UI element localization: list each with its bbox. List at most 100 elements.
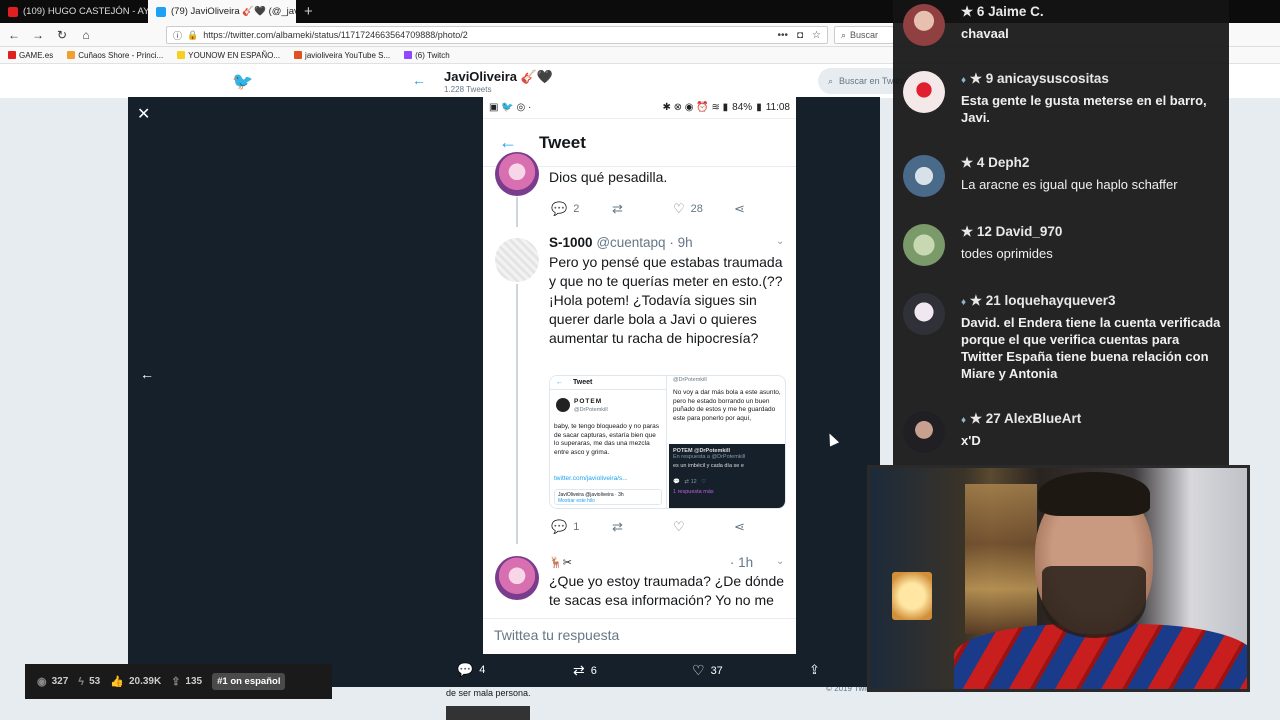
embed-dark-more: 1 respuesta más bbox=[673, 489, 714, 495]
bookmark-twitch[interactable]: (6) Twitch bbox=[404, 51, 450, 60]
previous-photo-icon[interactable]: ← bbox=[140, 366, 154, 382]
webcam-feed bbox=[867, 465, 1250, 692]
avatar bbox=[903, 71, 945, 113]
avatar[interactable] bbox=[495, 556, 539, 600]
embed-handle: @DrPotemkill bbox=[574, 407, 608, 413]
reply-icon: 💬 bbox=[551, 201, 568, 216]
webcam-hair bbox=[1038, 472, 1150, 516]
twitch-icon bbox=[404, 51, 413, 59]
avatar[interactable] bbox=[495, 152, 539, 196]
tweet-image-collage[interactable]: ← Tweet POTEM @DrPotemkill baby, te tengo… bbox=[549, 375, 786, 509]
tweet-time: · 1h bbox=[729, 555, 754, 570]
back-arrow-icon[interactable]: ← bbox=[412, 72, 426, 88]
tab-youtube[interactable]: (109) HUGO CASTEJÓN - AYER ✕ bbox=[0, 0, 148, 23]
tweet-author: S-1000 @cuentapq · 9h bbox=[549, 235, 693, 250]
reload-icon[interactable]: ↻ bbox=[54, 28, 70, 42]
notification-icons: ▣ 🐦 ◎ · bbox=[489, 102, 532, 113]
avatar[interactable] bbox=[495, 238, 539, 282]
info-icon[interactable]: ⓘ bbox=[173, 29, 182, 42]
system-icons: ✱ ⊗ ◉ ⏰ ≋ ▮ bbox=[662, 102, 729, 113]
webcam-beard bbox=[1042, 566, 1146, 638]
retweet-button[interactable]: ⇄ bbox=[612, 201, 673, 217]
lightbox-reply[interactable]: 💬 4 bbox=[457, 662, 485, 678]
tab-label: (79) JaviOliveira 🎸🖤 (@_javio bbox=[171, 6, 296, 17]
like-button[interactable]: ♡ bbox=[673, 519, 734, 535]
chat-message: ♦ ★ 9 anicaysuscositas Esta gente le gus… bbox=[903, 71, 1207, 131]
avatar bbox=[903, 4, 945, 46]
twitter-bird-icon[interactable]: 🐦 bbox=[232, 72, 253, 92]
reply-input[interactable]: Twittea tu respuesta bbox=[483, 618, 796, 654]
bookmark-label: javioliveira YouTube S... bbox=[305, 50, 391, 60]
tab-twitter[interactable]: (79) JaviOliveira 🎸🖤 (@_javio ✕ bbox=[148, 0, 296, 23]
lightbox-retweet[interactable]: ⇄ 6 bbox=[573, 662, 597, 679]
bookmark-younow[interactable]: YOUNOW EN ESPAÑO... bbox=[177, 51, 280, 60]
username: loquehayquever3 bbox=[1004, 293, 1116, 308]
live-chat-overlay: ★ 6 Jaime C. chavaal ♦ ★ 9 anicaysuscosi… bbox=[893, 0, 1229, 466]
new-tab-button[interactable]: + bbox=[296, 0, 321, 23]
embedded-dark-tweet: POTEM @DrPotemkill En respuesta a @DrPot… bbox=[669, 444, 785, 508]
bookmark-star-icon[interactable]: ☆ bbox=[812, 30, 821, 41]
chat-username: ★ 4 Deph2 bbox=[961, 155, 1029, 171]
back-arrow-icon[interactable]: ← bbox=[499, 132, 517, 153]
bolts-count: 53 bbox=[89, 676, 101, 687]
embedded-screenshot-left: ← Tweet POTEM @DrPotemkill baby, te tengo… bbox=[550, 376, 667, 508]
bolts-stat: ϟ 53 bbox=[78, 676, 100, 688]
chat-username: ♦ ★ 27 AlexBlueArt bbox=[961, 411, 1081, 427]
reply-icon: 💬 bbox=[551, 519, 568, 534]
chat-message: ★ 12 David_970 todes oprimides bbox=[903, 224, 1203, 268]
reply-button[interactable]: 💬 2 bbox=[551, 201, 612, 217]
battery-level: 84% bbox=[732, 102, 753, 113]
thread-line bbox=[516, 197, 518, 227]
embed-show-thread: Mostrar este hilo bbox=[558, 498, 595, 504]
forward-icon[interactable]: → bbox=[30, 28, 46, 42]
embed-text: No voy a dar más bola a este asunto, per… bbox=[673, 389, 781, 422]
bookmark-youtube[interactable]: javioliveira YouTube S... bbox=[294, 51, 390, 60]
close-icon[interactable]: ✕ bbox=[137, 104, 150, 124]
embed-text: baby, te tengo bloqueado y no paras de s… bbox=[554, 423, 660, 456]
bookmark-game[interactable]: GAME.es bbox=[8, 51, 53, 60]
thread-line bbox=[516, 284, 518, 544]
reply-count: 4 bbox=[479, 664, 486, 676]
avatar bbox=[903, 293, 945, 335]
search-icon: ⌕ bbox=[841, 29, 847, 40]
tab-label: (109) HUGO CASTEJÓN - AYER bbox=[23, 6, 148, 17]
tweet-author: 🦌✂ · 1h bbox=[549, 555, 753, 570]
author-handle[interactable]: @cuentapq bbox=[596, 235, 665, 250]
share-icon: ⇪ bbox=[809, 662, 820, 677]
back-icon[interactable]: ← bbox=[6, 28, 22, 42]
star-icon: ★ 6 bbox=[961, 4, 985, 19]
browser-search-input[interactable]: ⌕ Buscar bbox=[834, 26, 894, 44]
star-icon: ★ 9 bbox=[969, 71, 994, 86]
thumbs-up-icon: 👍 bbox=[110, 676, 124, 688]
avatar bbox=[903, 411, 945, 453]
retweet-button[interactable]: ⇄ bbox=[612, 519, 673, 535]
url-bar[interactable]: ⓘ 🔒 https://twitter.com/albameki/status/… bbox=[166, 26, 828, 44]
reply-count: 2 bbox=[573, 203, 580, 215]
more-icon[interactable]: ••• bbox=[777, 30, 788, 41]
bookmark-cunaos[interactable]: Cuñaos Shore - Princi... bbox=[67, 51, 163, 60]
chat-message: ★ 4 Deph2 La aracne es igual que haplo s… bbox=[903, 155, 1203, 199]
lightbox-share[interactable]: ⇪ bbox=[809, 662, 820, 678]
media-thumbnail[interactable] bbox=[446, 706, 530, 720]
header-title: Tweet bbox=[539, 132, 586, 152]
star-icon: ★ 4 bbox=[961, 155, 985, 170]
home-icon[interactable]: ⌂ bbox=[78, 28, 94, 42]
back-arrow-icon: ← bbox=[556, 379, 563, 386]
tweet-text: ¿Que yo estoy traumada? ¿De dónde te sac… bbox=[549, 573, 785, 608]
like-button[interactable]: ♡ 28 bbox=[673, 201, 734, 217]
chat-text: chavaal bbox=[961, 26, 1009, 41]
chevron-down-icon[interactable]: ⌄ bbox=[776, 236, 784, 247]
pocket-icon[interactable]: ◘ bbox=[797, 30, 803, 41]
reply-button[interactable]: 💬 1 bbox=[551, 519, 612, 535]
tweet-actions: 💬 2 ⇄ ♡ 28 ⋖ bbox=[551, 201, 795, 217]
chat-username: ★ 12 David_970 bbox=[961, 224, 1062, 240]
avatar bbox=[556, 398, 570, 412]
bolt-icon: ϟ bbox=[78, 675, 85, 688]
share-button[interactable]: ⋖ bbox=[734, 201, 795, 217]
share-button[interactable]: ⋖ bbox=[734, 519, 795, 535]
author-name[interactable]: S-1000 bbox=[549, 235, 593, 250]
lightbox-like[interactable]: ♡ 37 bbox=[692, 662, 723, 679]
username: David_970 bbox=[995, 224, 1063, 239]
chevron-down-icon[interactable]: ⌄ bbox=[776, 556, 784, 567]
username: Jaime C. bbox=[988, 4, 1044, 19]
